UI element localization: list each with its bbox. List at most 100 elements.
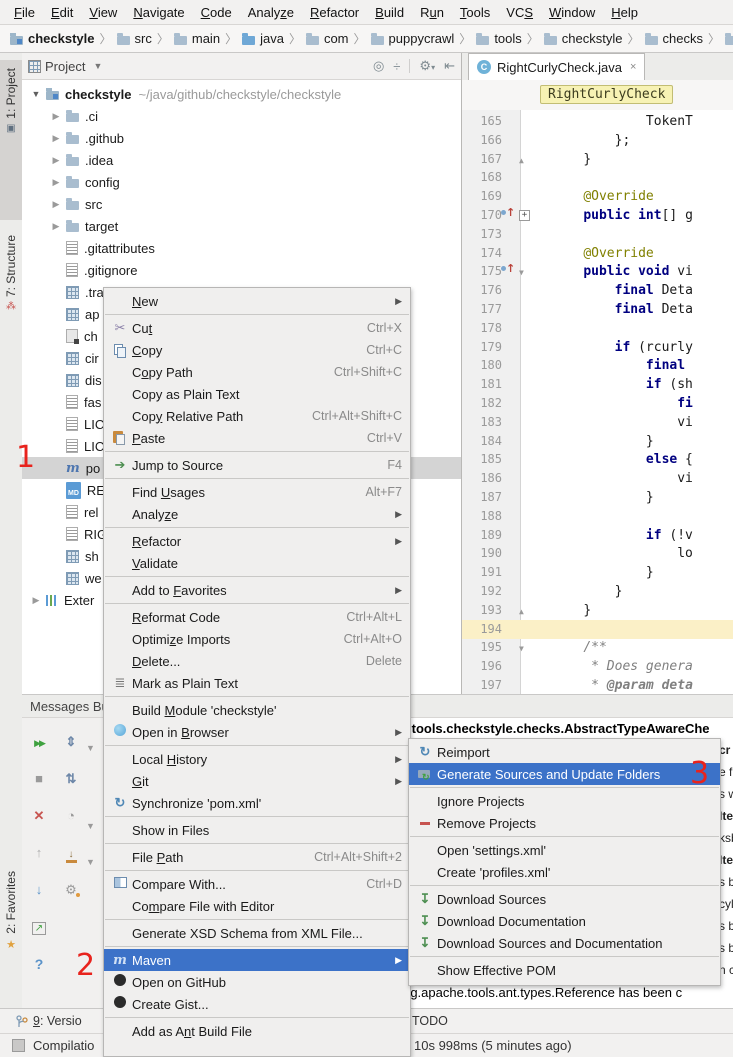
expander-closed-icon[interactable]: ▶ (50, 133, 62, 144)
code-line-175[interactable]: 175▼ public void vi (462, 262, 733, 281)
context-menu-item-local-history[interactable]: Local History▶ (104, 748, 410, 770)
tab-rightcurlycheck[interactable]: C RightCurlyCheck.java × (468, 53, 645, 80)
menubar-item-analyze[interactable]: Analyze (240, 2, 302, 23)
breadcrumb-item-com[interactable]: com (306, 31, 349, 46)
tool-tab-project[interactable]: 1: Project ▣ (0, 60, 22, 220)
maven-submenu-item-open-settings-xml[interactable]: Open 'settings.xml' (409, 839, 720, 861)
collapse-all-icon[interactable]: ÷ (393, 59, 400, 74)
code-line-177[interactable]: 177 final Deta (462, 300, 733, 319)
breadcrumb-item-java[interactable]: java (242, 31, 284, 46)
gear-icon[interactable]: ⚙▾ (419, 58, 435, 74)
code-line-197[interactable]: 197 * @param deta (462, 676, 733, 694)
chevron-down-icon[interactable]: ▼ (93, 61, 102, 71)
expander-closed-icon[interactable]: ▶ (50, 199, 62, 210)
menubar-item-code[interactable]: Code (193, 2, 240, 23)
context-menu-item-analyze[interactable]: Analyze▶ (104, 503, 410, 525)
context-menu-item-copy-path[interactable]: Copy PathCtrl+Shift+C (104, 361, 410, 383)
scroll-triangle-icon[interactable]: ▼ (86, 857, 95, 867)
code-line-195[interactable]: 195▼ /** (462, 638, 733, 657)
code-line-191[interactable]: 191 } (462, 563, 733, 582)
code-line-188[interactable]: 188 (462, 507, 733, 526)
context-menu-item-git[interactable]: Git▶ (104, 770, 410, 792)
context-menu-item-cut[interactable]: CutCtrl+X (104, 317, 410, 339)
context-menu-item-delete[interactable]: Delete...Delete (104, 650, 410, 672)
rerun-icon[interactable] (30, 734, 48, 750)
code-line-168[interactable]: 168 (462, 168, 733, 187)
expander-open-icon[interactable]: ▼ (30, 89, 42, 99)
context-menu-item-compare-with[interactable]: Compare With...Ctrl+D (104, 873, 410, 895)
expander-closed-icon[interactable]: ▶ (50, 221, 62, 232)
down-icon[interactable] (30, 882, 48, 898)
fold-marker-icon[interactable]: ▲ (519, 602, 524, 621)
maven-submenu-item-show-effective-pom[interactable]: Show Effective POM (409, 959, 720, 981)
maven-submenu-item-ignore-projects[interactable]: Ignore Projects (409, 790, 720, 812)
export-icon[interactable] (30, 919, 48, 935)
fold-marker-icon[interactable]: + (519, 210, 530, 221)
context-menu-item-copy-relative-path[interactable]: Copy Relative PathCtrl+Alt+Shift+C (104, 405, 410, 427)
help-icon[interactable] (30, 956, 48, 972)
code-line-182[interactable]: 182 fi (462, 394, 733, 413)
tree-item-src[interactable]: ▶src (22, 193, 461, 215)
breadcrumb-item-src[interactable]: src (117, 31, 152, 46)
menubar-item-edit[interactable]: Edit (43, 2, 81, 23)
breadcrumb-item-tools[interactable]: tools (476, 31, 521, 46)
menubar-item-build[interactable]: Build (367, 2, 412, 23)
menubar-item-window[interactable]: Window (541, 2, 603, 23)
breadcrumb-item-checkstyle[interactable]: checkstyle (10, 31, 95, 46)
close-icon[interactable] (30, 808, 48, 824)
code-line-190[interactable]: 190 lo (462, 544, 733, 563)
maven-submenu-item-create-profiles-xml[interactable]: Create 'profiles.xml' (409, 861, 720, 883)
tree-item-ci[interactable]: ▶.ci (22, 105, 461, 127)
context-menu-item-refactor[interactable]: Refactor▶ (104, 530, 410, 552)
context-menu-item-optimize-imports[interactable]: Optimize ImportsCtrl+Alt+O (104, 628, 410, 650)
code-line-185[interactable]: 185 else { (462, 450, 733, 469)
context-menu-item-mark-as-plain-text[interactable]: Mark as Plain Text (104, 672, 410, 694)
expander-closed-icon[interactable]: ▶ (50, 155, 62, 166)
context-menu-item-build-module-checkstyle[interactable]: Build Module 'checkstyle' (104, 699, 410, 721)
wrench-icon[interactable] (62, 882, 80, 898)
code-line-187[interactable]: 187 } (462, 488, 733, 507)
code-line-194[interactable]: 194 (462, 620, 733, 639)
menubar-item-help[interactable]: Help (603, 2, 646, 23)
scroll-triangle-icon[interactable]: ▼ (86, 743, 95, 753)
code-line-183[interactable]: 183 vi (462, 413, 733, 432)
maven-submenu-item-download-documentation[interactable]: Download Documentation (409, 910, 720, 932)
maven-submenu-item-download-sources[interactable]: Download Sources (409, 888, 720, 910)
tree-item-gitignore[interactable]: .gitignore (22, 259, 461, 281)
context-menu-item-open-on-github[interactable]: Open on GitHub (104, 971, 410, 993)
context-menu-item-copy-as-plain-text[interactable]: Copy as Plain Text (104, 383, 410, 405)
context-menu-item-show-in-files[interactable]: Show in Files (104, 819, 410, 841)
tool-tab-favorites[interactable]: 2: Favorites ★ (0, 871, 22, 1011)
menubar-item-file[interactable]: File (6, 2, 43, 23)
menubar-item-view[interactable]: View (81, 2, 125, 23)
context-menu-item-synchronize-pom-xml[interactable]: Synchronize 'pom.xml' (104, 792, 410, 814)
menubar-item-refactor[interactable]: Refactor (302, 2, 367, 23)
context-menu-item-generate-xsd-schema-from-xml-file[interactable]: Generate XSD Schema from XML File... (104, 922, 410, 944)
tree-item-config[interactable]: ▶config (22, 171, 461, 193)
scroll-triangle-icon[interactable]: ▼ (86, 821, 95, 831)
pause-icon[interactable] (62, 808, 80, 824)
fold-marker-icon[interactable]: ▼ (519, 639, 524, 658)
context-menu-item-compare-file-with-editor[interactable]: Compare File with Editor (104, 895, 410, 917)
menubar-item-vcs[interactable]: VCS (498, 2, 541, 23)
code-line-186[interactable]: 186 vi (462, 469, 733, 488)
locate-icon[interactable]: ◎ (373, 58, 384, 74)
breadcrumb-item-checks[interactable]: checks (645, 31, 703, 46)
context-menu-item-jump-to-source[interactable]: Jump to SourceF4 (104, 454, 410, 476)
tree-item-gitattributes[interactable]: .gitattributes (22, 237, 461, 259)
context-menu-item-add-as-ant-build-file[interactable]: Add as Ant Build File (104, 1020, 410, 1042)
breadcrumb-item-main[interactable]: main (174, 31, 220, 46)
code-area[interactable]: 165 TokenT166 };167▲ }168169 @Override17… (462, 110, 733, 694)
close-icon[interactable]: × (630, 61, 636, 73)
tree-item-target[interactable]: ▶target (22, 215, 461, 237)
hide-panel-icon[interactable]: ⇤ (444, 58, 455, 74)
code-line-192[interactable]: 192 } (462, 582, 733, 601)
code-line-196[interactable]: 196 * Does genera (462, 657, 733, 676)
maven-submenu-item-generate-sources-and-update-folders[interactable]: Generate Sources and Update Folders (409, 763, 720, 785)
fold-marker-icon[interactable]: ▼ (519, 263, 524, 282)
expander-closed-icon[interactable]: ▶ (50, 177, 62, 188)
code-line-170[interactable]: 170+ public int[] g (462, 206, 733, 225)
code-line-181[interactable]: 181 if (sh (462, 375, 733, 394)
code-line-179[interactable]: 179 if (rcurly (462, 338, 733, 357)
maven-submenu-item-reimport[interactable]: Reimport (409, 741, 720, 763)
